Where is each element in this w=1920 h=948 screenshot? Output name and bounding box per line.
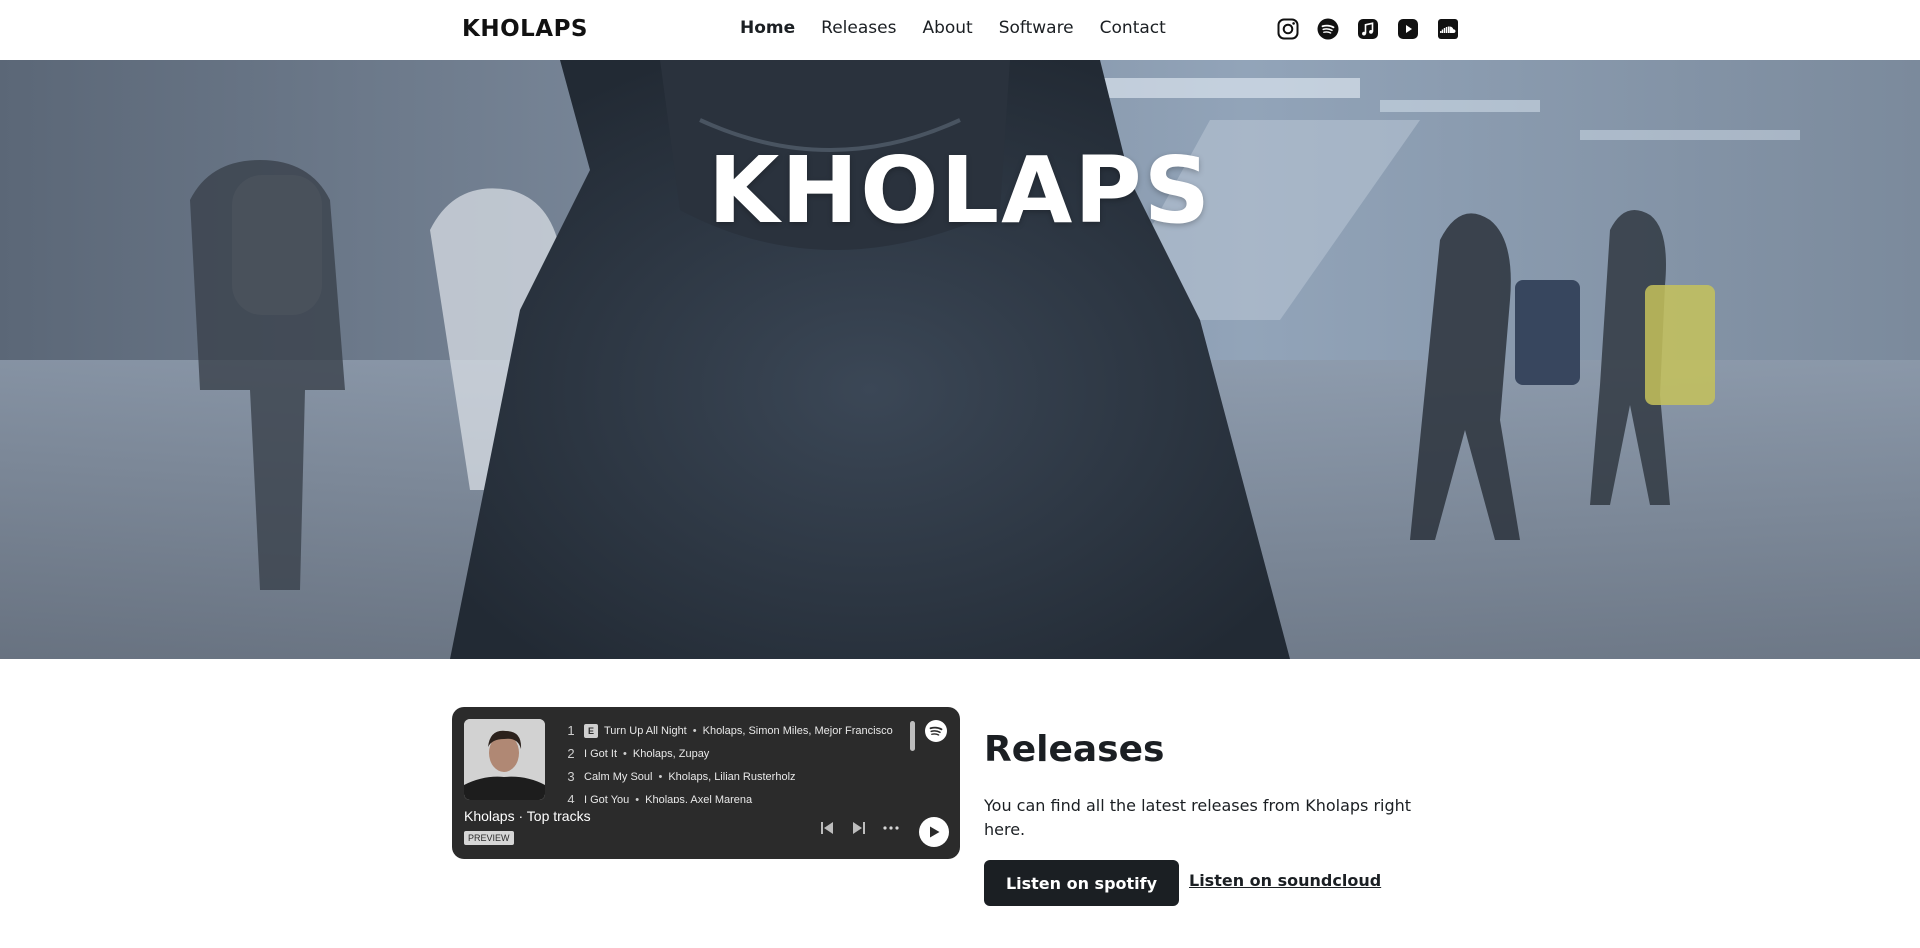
- site-header: KHOLAPS Home Releases About Software Con…: [0, 0, 1920, 61]
- spotify-embed-player[interactable]: 1 E Turn Up All Night • Kholaps, Simon M…: [452, 707, 960, 859]
- track-list[interactable]: 1 E Turn Up All Night • Kholaps, Simon M…: [562, 719, 912, 803]
- nav-home[interactable]: Home: [740, 16, 795, 40]
- play-button[interactable]: [919, 817, 949, 847]
- play-icon: [930, 826, 940, 838]
- separator-dot: •: [658, 770, 663, 783]
- separator-dot: •: [692, 724, 697, 737]
- track-artists: Kholaps, Axel Marena: [645, 793, 753, 804]
- track-title: Calm My Soul: [584, 770, 653, 783]
- hero-banner: KHOLAPS: [0, 60, 1920, 659]
- spotify-logo-icon[interactable]: [924, 719, 948, 743]
- main-nav: Home Releases About Software Contact: [740, 16, 1166, 40]
- track-title: I Got You: [584, 793, 630, 804]
- next-track-icon[interactable]: [849, 818, 869, 838]
- track-title: I Got It: [584, 747, 618, 760]
- previous-track-icon[interactable]: [817, 818, 837, 838]
- hero-title-text: KHOLAPS: [707, 137, 1212, 244]
- spotify-icon[interactable]: [1316, 17, 1340, 41]
- site-logo[interactable]: KHOLAPS: [462, 14, 588, 44]
- soundcloud-icon[interactable]: [1436, 17, 1460, 41]
- track-number: 1: [567, 723, 575, 738]
- nav-software[interactable]: Software: [999, 16, 1074, 40]
- track-number: 2: [567, 746, 575, 761]
- nav-releases[interactable]: Releases: [821, 16, 896, 40]
- separator-dot: •: [635, 793, 640, 804]
- more-options-icon[interactable]: [881, 818, 901, 838]
- playback-controls: [817, 818, 901, 838]
- logo-text: KHOLAPS: [462, 16, 589, 42]
- explicit-badge: E: [584, 723, 598, 738]
- listen-on-soundcloud-link[interactable]: Listen on soundcloud: [1189, 869, 1381, 893]
- track-row[interactable]: 1 E Turn Up All Night • Kholaps, Simon M…: [562, 719, 912, 742]
- track-title: Turn Up All Night: [604, 724, 687, 737]
- track-row[interactable]: 4 I Got You • Kholaps, Axel Marena: [562, 788, 912, 803]
- releases-description: You can find all the latest releases fro…: [984, 796, 1412, 839]
- track-list-scrollbar[interactable]: [910, 721, 915, 751]
- preview-badge: PREVIEW: [464, 831, 514, 845]
- nav-contact[interactable]: Contact: [1100, 16, 1166, 40]
- track-row[interactable]: 2 I Got It • Kholaps, Zupay: [562, 742, 912, 765]
- separator-dot: •: [623, 747, 627, 760]
- hero-logo: KHOLAPS: [700, 136, 1220, 246]
- releases-heading: Releases: [984, 729, 1165, 770]
- track-artists: Kholaps, Zupay: [632, 747, 710, 760]
- listen-on-spotify-button[interactable]: Listen on spotify: [984, 860, 1179, 906]
- social-links: [1276, 17, 1460, 41]
- track-number: 3: [567, 769, 575, 784]
- apple-music-icon[interactable]: [1356, 17, 1380, 41]
- track-artists: Kholaps, Lilian Rusterholz: [668, 770, 796, 783]
- player-title[interactable]: Kholaps · Top tracks: [464, 808, 591, 824]
- track-artists: Kholaps, Simon Miles, Mejor Francisco: [702, 724, 893, 737]
- youtube-icon[interactable]: [1396, 17, 1420, 41]
- nav-about[interactable]: About: [922, 16, 972, 40]
- instagram-icon[interactable]: [1276, 17, 1300, 41]
- artist-cover-image: [464, 719, 545, 800]
- track-row[interactable]: 3 Calm My Soul • Kholaps, Lilian Rusterh…: [562, 765, 912, 788]
- track-number: 4: [567, 792, 575, 803]
